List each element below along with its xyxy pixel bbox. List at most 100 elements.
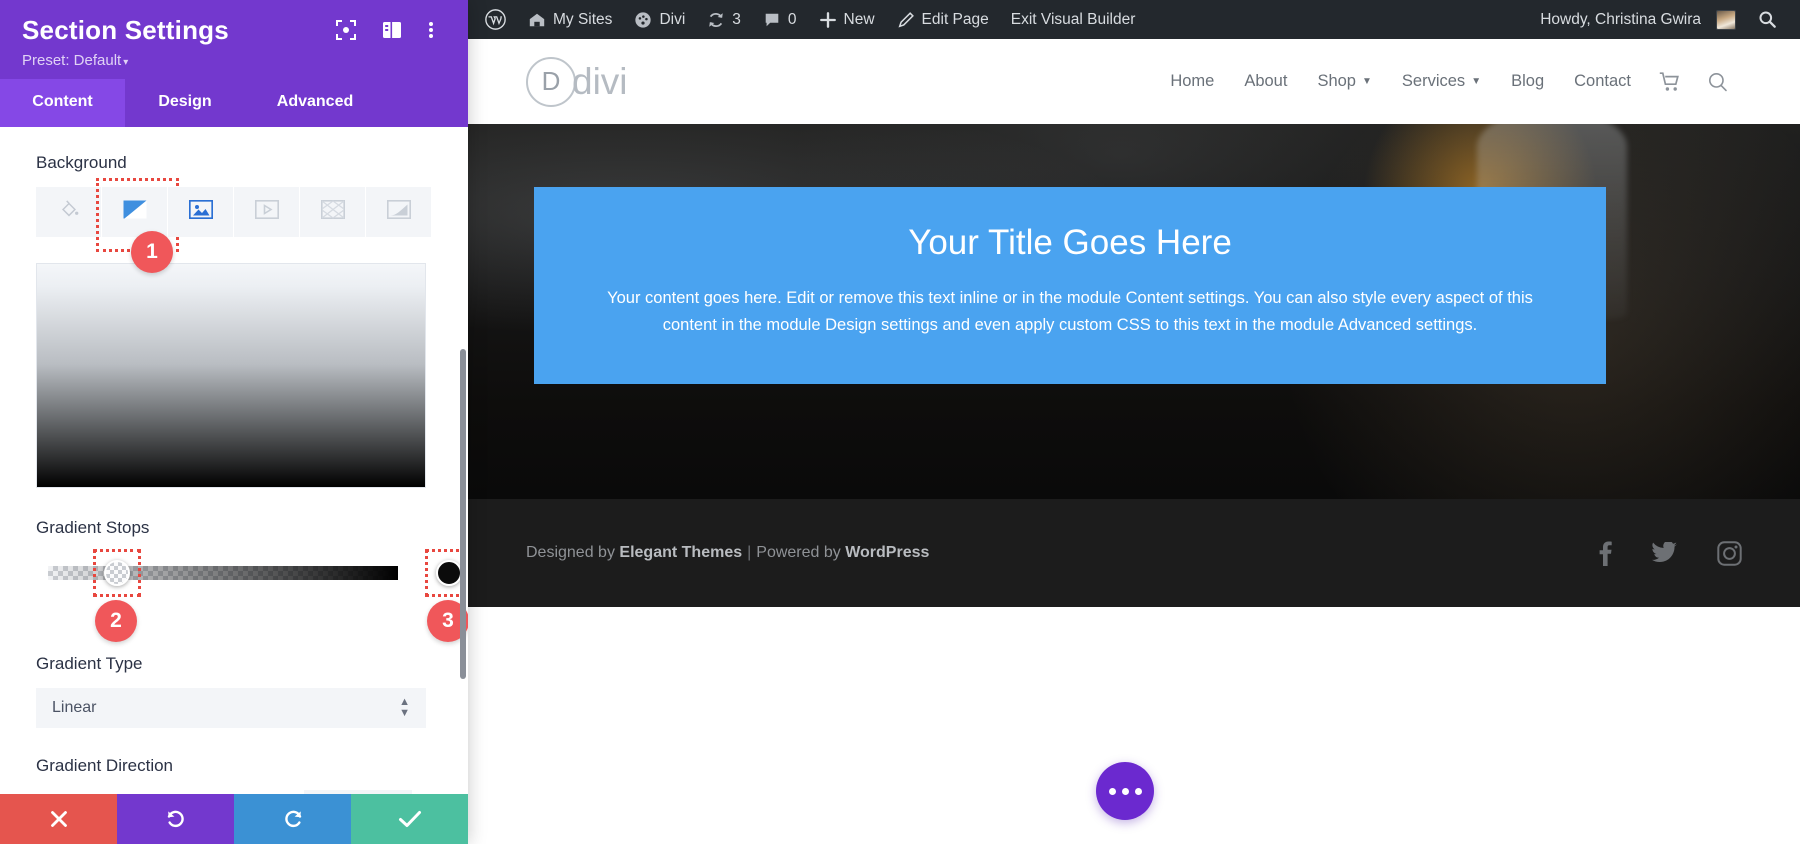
twitter-icon[interactable] bbox=[1652, 542, 1677, 564]
nav-item-contact[interactable]: Contact bbox=[1559, 72, 1646, 91]
wordpress-logo-menu[interactable] bbox=[474, 0, 517, 39]
admin-bar-item-edit-page[interactable]: Edit Page bbox=[886, 0, 1000, 39]
cancel-button[interactable] bbox=[0, 794, 117, 844]
footer-separator: | bbox=[747, 544, 752, 561]
divi-logo-word: divi bbox=[572, 60, 628, 102]
gradient-stops-bar[interactable] bbox=[48, 565, 398, 580]
background-gradient-tab[interactable] bbox=[96, 177, 179, 252]
footer-credit: Designed by Elegant Themes | Powered by Wo… bbox=[526, 544, 929, 562]
settings-panel-scrollbar[interactable] bbox=[460, 348, 466, 679]
nav-label: Services bbox=[1401, 72, 1466, 90]
gradient-stop-end[interactable] bbox=[436, 559, 462, 586]
admin-bar-item-new[interactable]: New bbox=[808, 0, 886, 39]
admin-bar-search[interactable] bbox=[1747, 0, 1788, 39]
gradient-stop-start[interactable] bbox=[104, 559, 130, 586]
footer-social-links bbox=[1599, 540, 1742, 566]
footer-powered-brand[interactable]: WordPress bbox=[845, 544, 929, 561]
preset-label: Preset: Default bbox=[22, 51, 122, 69]
chevron-down-icon: ▼ bbox=[1362, 76, 1372, 87]
background-section-label: Background bbox=[36, 152, 127, 172]
search-icon bbox=[1758, 10, 1777, 29]
undo-icon bbox=[165, 808, 187, 830]
divi-logo-mark: D bbox=[526, 56, 576, 107]
website-preview-area: My Sites Divi 3 0 New Edit Page Exit Vis… bbox=[468, 0, 1800, 844]
admin-bar-item-my-sites[interactable]: My Sites bbox=[517, 0, 623, 39]
facebook-icon[interactable] bbox=[1599, 540, 1612, 566]
background-video-icon bbox=[254, 199, 279, 224]
layout-panel-icon[interactable] bbox=[382, 20, 402, 40]
gradient-type-label: Gradient Type bbox=[36, 653, 143, 673]
tab-content[interactable]: Content bbox=[0, 78, 125, 127]
cart-icon[interactable] bbox=[1646, 71, 1694, 92]
hero-title: Your Title Goes Here bbox=[908, 223, 1232, 262]
background-color-tab[interactable] bbox=[36, 186, 101, 237]
hero-text-module[interactable]: Your Title Goes Here Your content goes h… bbox=[534, 187, 1606, 384]
gradient-stops-label: Gradient Stops bbox=[36, 517, 150, 537]
settings-body: Background 1 Gradient Stops 2 3 Gradient… bbox=[0, 126, 468, 844]
undo-button[interactable] bbox=[117, 794, 234, 844]
admin-bar-item-exit-visual-builder[interactable]: Exit Visual Builder bbox=[1000, 0, 1147, 39]
admin-bar-account-menu[interactable]: Howdy, Christina Gwira bbox=[1529, 0, 1747, 39]
nav-label: About bbox=[1244, 72, 1288, 90]
callout-marker-1: 1 bbox=[131, 230, 173, 273]
admin-bar-label: 3 bbox=[732, 10, 741, 28]
nav-item-shop[interactable]: Shop ▼ bbox=[1302, 72, 1386, 91]
background-mask-tab[interactable] bbox=[366, 186, 431, 237]
admin-bar-label: 0 bbox=[787, 10, 797, 28]
settings-header-actions bbox=[336, 20, 448, 40]
background-image-tab[interactable] bbox=[168, 186, 233, 237]
background-color-icon bbox=[58, 198, 80, 225]
instagram-icon[interactable] bbox=[1717, 540, 1742, 566]
focus-icon[interactable] bbox=[336, 20, 356, 40]
footer-credit-prefix: Designed by bbox=[526, 544, 615, 561]
background-video-tab[interactable] bbox=[234, 186, 299, 237]
footer-credit-brand[interactable]: Elegant Themes bbox=[619, 544, 742, 561]
redo-button[interactable] bbox=[234, 794, 351, 844]
redo-icon bbox=[282, 808, 304, 830]
more-vertical-icon[interactable] bbox=[428, 20, 448, 40]
chevron-down-icon: ▼ bbox=[1471, 76, 1482, 87]
nav-item-blog[interactable]: Blog bbox=[1496, 72, 1559, 91]
tab-design[interactable]: Design bbox=[125, 79, 245, 127]
sites-icon bbox=[528, 11, 546, 29]
avatar bbox=[1716, 9, 1736, 30]
settings-tabs: Content Design Advanced bbox=[0, 78, 468, 127]
background-image-icon bbox=[188, 199, 213, 224]
admin-bar-label: Edit Page bbox=[921, 10, 989, 28]
close-icon bbox=[49, 809, 69, 829]
background-gradient-icon bbox=[123, 200, 147, 224]
dot bbox=[1134, 787, 1142, 795]
section-settings-panel: Section Settings Preset: Default ▾ Conte… bbox=[0, 0, 468, 844]
gradient-stops-control[interactable]: 2 3 bbox=[36, 548, 468, 642]
admin-bar-item-comments[interactable]: 0 bbox=[752, 0, 808, 39]
admin-bar-label: Exit Visual Builder bbox=[1010, 10, 1136, 28]
tab-advanced[interactable]: Advanced bbox=[245, 79, 385, 127]
hero-body-text: Your content goes here. Edit or remove t… bbox=[607, 289, 1533, 334]
gradient-type-value: Linear bbox=[52, 698, 97, 716]
site-logo[interactable]: D divi bbox=[526, 56, 628, 107]
nav-item-about[interactable]: About bbox=[1229, 72, 1302, 91]
site-footer: Designed by Elegant Themes | Powered by Wo… bbox=[468, 499, 1800, 607]
gradient-preview[interactable] bbox=[36, 262, 426, 488]
select-spinner-icon: ▲ ▼ bbox=[399, 695, 410, 719]
nav-item-services[interactable]: Services ▼ bbox=[1387, 72, 1496, 91]
admin-bar-item-updates[interactable]: 3 bbox=[696, 0, 752, 39]
background-pattern-tab[interactable] bbox=[300, 186, 365, 237]
preset-selector[interactable]: Preset: Default ▾ bbox=[22, 52, 446, 69]
nav-item-home[interactable]: Home bbox=[1155, 72, 1229, 91]
gradient-direction-label: Gradient Direction bbox=[36, 755, 174, 775]
dot bbox=[1121, 787, 1129, 795]
wordpress-admin-bar: My Sites Divi 3 0 New Edit Page Exit Vis… bbox=[468, 0, 1800, 39]
header-search-icon[interactable] bbox=[1694, 71, 1742, 93]
admin-bar-item-divi[interactable]: Divi bbox=[623, 0, 696, 39]
settings-footer-actions bbox=[0, 794, 468, 844]
gradient-type-select[interactable]: Linear ▲ ▼ bbox=[36, 687, 426, 728]
primary-navigation: Home About Shop ▼ Services ▼ Blog Contact bbox=[1155, 71, 1742, 93]
chevron-down-icon: ▾ bbox=[123, 56, 129, 68]
visual-builder-menu-button[interactable] bbox=[1096, 762, 1154, 820]
site-header: D divi Home About Shop ▼ Services ▼ Blog C… bbox=[468, 39, 1800, 124]
admin-bar-label: New bbox=[843, 10, 875, 28]
save-button[interactable] bbox=[351, 794, 468, 844]
updates-icon bbox=[707, 11, 725, 29]
background-mask-icon bbox=[386, 199, 411, 224]
